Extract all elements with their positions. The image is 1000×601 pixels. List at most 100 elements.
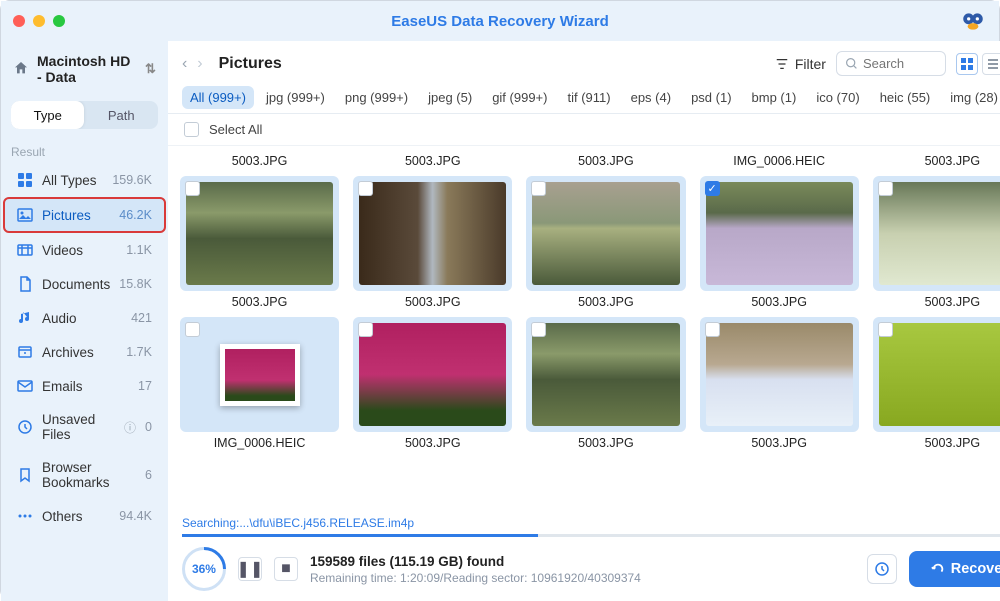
filter-pill-ico[interactable]: ico (70) [808,86,867,109]
category-count: 6 [145,468,152,482]
view-list-button[interactable] [982,53,1000,75]
view-grid-button[interactable] [956,53,978,75]
filter-pill-img[interactable]: img (28) [942,86,1000,109]
category-label: Browser Bookmarks [42,460,136,490]
sidebar-item-emails[interactable]: Emails 17 [5,370,164,402]
thumbnail[interactable]: ✓ [700,176,859,291]
thumbnail-checkbox[interactable] [185,322,200,337]
recover-button[interactable]: Recover [909,551,1000,587]
select-all-checkbox[interactable] [184,122,199,137]
category-label: Documents [42,277,110,292]
file-label: 5003.JPG [526,150,685,172]
toolbar: ‹ › Pictures Filter [168,41,1000,82]
file-label: 5003.JPG [353,150,512,172]
thumbnail[interactable] [526,317,685,432]
search-icon [845,57,858,70]
filter-pill-png[interactable]: png (999+) [337,86,416,109]
filter-button[interactable]: Filter [775,56,826,72]
thumbnail[interactable] [180,317,339,432]
category-list: All Types 159.6K Pictures 46.2K Videos 1… [1,163,168,533]
pause-button[interactable]: ❚❚ [238,557,262,581]
remaining-time-label: Remaining time: 1:20:09/Reading sector: … [310,571,641,585]
select-all-label: Select All [209,122,262,137]
stop-button[interactable]: ■ [274,557,298,581]
sidebar-item-audio[interactable]: Audio 421 [5,302,164,334]
sidebar-item-others[interactable]: Others 94.4K [5,500,164,532]
select-all-row: Select All [168,114,1000,146]
volume-name: Macintosh HD - Data [37,53,137,85]
file-label: 5003.JPG [700,432,859,454]
category-label: All Types [42,173,97,188]
bookmark-icon [17,467,33,483]
sidebar-item-pictures[interactable]: Pictures 46.2K [3,197,166,233]
app-mascot-icon[interactable] [959,7,987,35]
nav-back-button[interactable]: ‹ [182,55,187,73]
music-icon [17,310,33,326]
filter-pill-gif[interactable]: gif (999+) [484,86,555,109]
thumbnail-checkbox[interactable] [531,181,546,196]
thumbnail-checkbox[interactable] [705,322,720,337]
type-path-segmented: Type Path [11,101,158,129]
category-count: 159.6K [112,173,152,187]
minimize-window-button[interactable] [33,15,45,27]
sidebar-item-unsaved-files[interactable]: Unsaved Files ⓘ 0 [5,404,164,450]
category-label: Emails [42,379,83,394]
sidebar-item-all-types[interactable]: All Types 159.6K [5,164,164,196]
filter-pill-jpg[interactable]: jpg (999+) [258,86,333,109]
thumbnail-checkbox[interactable] [358,322,373,337]
thumbnail-image [706,323,853,426]
thumbnail[interactable] [873,317,1000,432]
file-label: 5003.JPG [353,432,512,454]
filter-pill-jpeg[interactable]: jpeg (5) [420,86,480,109]
category-count: 1.1K [126,243,152,257]
maximize-window-button[interactable] [53,15,65,27]
thumbnail-grid: 5003.JPG 5003.JPG 5003.JPG IMG_0006.HEIC… [168,146,1000,512]
thumbnail-image [532,182,679,285]
thumbnail-image [706,182,853,285]
category-count: 1.7K [126,345,152,359]
volume-selector[interactable]: Macintosh HD - Data ⇅ [1,45,168,93]
file-label: 5003.JPG [526,291,685,313]
image-icon [17,207,33,223]
grid-icon [17,172,33,188]
thumbnail-checkbox[interactable] [531,322,546,337]
file-label: 5003.JPG [353,291,512,313]
filter-pill-heic[interactable]: heic (55) [872,86,939,109]
sidebar-item-documents[interactable]: Documents 15.8K [5,268,164,300]
category-count: 17 [138,379,152,393]
thumbnail[interactable] [180,176,339,291]
filter-pill-eps[interactable]: eps (4) [623,86,679,109]
filter-pill-bmp[interactable]: bmp (1) [744,86,805,109]
filter-pill-tif[interactable]: tif (911) [559,86,618,109]
thumbnail[interactable] [353,317,512,432]
sidebar-item-videos[interactable]: Videos 1.1K [5,234,164,266]
tab-type[interactable]: Type [11,101,84,129]
filter-pill-all[interactable]: All (999+) [182,86,254,109]
thumbnail-checkbox[interactable] [878,322,893,337]
schedule-button[interactable] [867,554,897,584]
sidebar-item-browser-bookmarks[interactable]: Browser Bookmarks 6 [5,452,164,498]
info-icon[interactable]: ⓘ [124,419,136,436]
thumbnail-checkbox[interactable] [185,181,200,196]
search-input[interactable] [863,56,933,71]
sidebar-item-archives[interactable]: Archives 1.7K [5,336,164,368]
search-box[interactable] [836,51,946,76]
category-count: 15.8K [119,277,152,291]
tab-path[interactable]: Path [84,101,157,129]
thumbnail-checkbox[interactable] [358,181,373,196]
category-count: 0 [145,420,152,434]
result-label: Result [1,137,168,163]
nav-forward-button[interactable]: › [197,55,202,73]
thumbnail[interactable] [353,176,512,291]
thumbnail-checkbox[interactable]: ✓ [705,181,720,196]
close-window-button[interactable] [13,15,25,27]
filter-pill-psd[interactable]: psd (1) [683,86,739,109]
thumbnail-checkbox[interactable] [878,181,893,196]
file-label: IMG_0006.HEIC [180,432,339,454]
sidebar: Macintosh HD - Data ⇅ Type Path Result A… [1,41,168,601]
thumbnail[interactable] [873,176,1000,291]
category-label: Archives [42,345,94,360]
thumbnail[interactable] [526,176,685,291]
category-count: 94.4K [119,509,152,523]
thumbnail[interactable] [700,317,859,432]
